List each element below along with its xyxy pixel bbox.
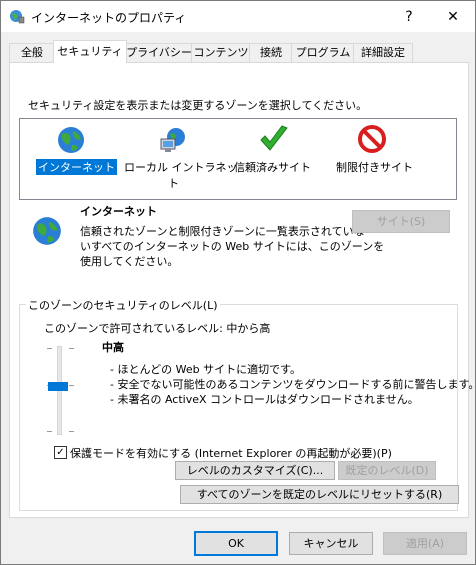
allowed-levels-label: このゾーンで許可されているレベル: 中から高 [44, 322, 271, 335]
level-description-3: - 未署名の ActiveX コントロールはダウンロードされません。 [110, 393, 419, 406]
default-level-button[interactable]: 既定のレベル(D) [338, 461, 436, 480]
tab-security[interactable]: セキュリティ [53, 40, 127, 63]
zone-label-intranet-1: ローカル イントラネッ [124, 161, 238, 174]
ok-button[interactable]: OK [194, 531, 278, 556]
slider-tick [69, 348, 74, 349]
zone-label-internet: インターネット [36, 159, 117, 175]
level-description-1: - ほとんどの Web サイトに適切です。 [110, 363, 302, 376]
custom-level-button[interactable]: レベルのカスタマイズ(C)... [175, 461, 335, 480]
dialog-window: インターネットのプロパティ ? ✕ 全般 セキュリティ プライバシー コンテンツ… [0, 0, 476, 565]
zone-title: インターネット [80, 205, 157, 218]
level-description-2: - 安全でない可能性のあるコンテンツをダウンロードする前に警告します。 [110, 378, 476, 391]
zone-list: インターネット ローカル イントラネッ ト 信頼済みサイト 制限付きサイト [19, 118, 457, 200]
tab-content[interactable]: コンテンツ [191, 43, 251, 62]
zone-description-2: いすべてのインターネットの Web サイトには、このゾーンを [80, 240, 385, 253]
level-name: 中高 [102, 341, 124, 354]
zone-label-trusted: 信頼済みサイト [234, 161, 311, 174]
slider-tick [69, 385, 74, 386]
globe-icon [58, 127, 84, 153]
close-button[interactable]: ✕ [431, 2, 475, 32]
help-button[interactable]: ? [389, 2, 429, 32]
checkmark-icon [260, 125, 288, 151]
protected-mode-checkbox[interactable]: ✓ [54, 446, 67, 459]
tab-privacy[interactable]: プライバシー [125, 43, 193, 62]
intranet-icon [160, 128, 185, 152]
slider-tick [69, 431, 74, 432]
zone-description-3: 使用してください。 [80, 255, 179, 268]
window-title: インターネットのプロパティ [31, 11, 187, 25]
sites-button[interactable]: サイト(S) [352, 210, 450, 233]
slider-tick [47, 348, 52, 349]
tab-general[interactable]: 全般 [9, 43, 55, 62]
zone-label-intranet-2: ト [168, 177, 179, 190]
tab-advanced[interactable]: 詳細設定 [353, 43, 413, 62]
globe-icon [33, 217, 61, 245]
apply-button[interactable]: 適用(A) [383, 532, 467, 555]
slider-thumb[interactable] [48, 382, 68, 391]
internet-options-icon [10, 10, 25, 24]
zone-label-restricted: 制限付きサイト [336, 161, 413, 174]
reset-all-zones-button[interactable]: すべてのゾーンを既定のレベルにリセットする(R) [180, 485, 459, 504]
tab-programs[interactable]: プログラム [291, 43, 355, 62]
cancel-button[interactable]: キャンセル [289, 532, 373, 555]
zone-instruction: セキュリティ設定を表示または変更するゾーンを選択してください。 [28, 99, 368, 112]
title-bar: インターネットのプロパティ ? ✕ [1, 1, 475, 32]
prohibited-icon [358, 125, 386, 153]
protected-mode-label[interactable]: 保護モードを有効にする (Internet Explorer の再起動が必要)(… [70, 445, 392, 461]
security-panel: セキュリティ設定を表示または変更するゾーンを選択してください。 インターネット [9, 62, 476, 518]
tab-connections[interactable]: 接続 [249, 43, 293, 62]
slider-tick [47, 431, 52, 432]
zone-description-1: 信頼されたゾーンと制限付きゾーンに一覧表示されていな [80, 225, 365, 238]
security-level-group-title: このゾーンのセキュリティのレベル(L) [26, 297, 220, 313]
